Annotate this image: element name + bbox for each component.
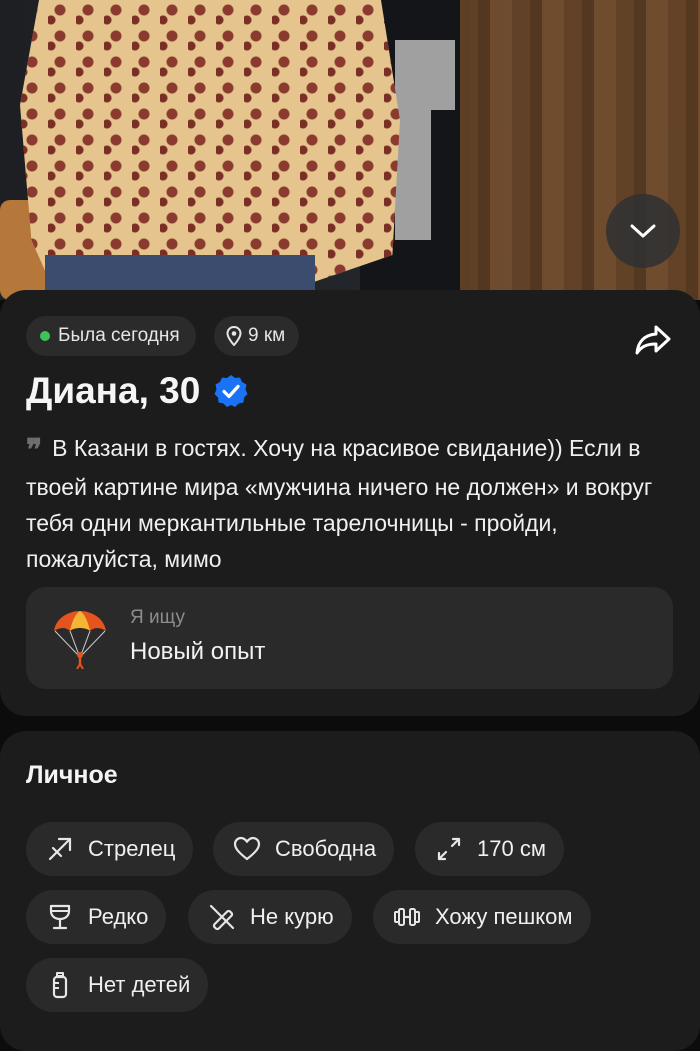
profile-photo[interactable] [0, 0, 700, 300]
sagittarius-icon [48, 837, 72, 861]
height-icon [437, 837, 461, 861]
heart-icon [233, 836, 261, 861]
collapse-button[interactable] [606, 194, 680, 268]
verified-badge-icon [214, 375, 248, 407]
about-body: В Казани в гостях. Хочу на красивое свид… [26, 435, 653, 572]
about-text: ❞ В Казани в гостях. Хочу на красивое сви… [26, 430, 666, 577]
looking-for-card: Я ищу Новый опыт [26, 587, 673, 689]
distance-badge: 9 км [214, 316, 300, 356]
parachute-icon [54, 611, 106, 669]
name-age-text: Диана, 30 [26, 370, 201, 411]
tag-label: Нет детей [88, 972, 191, 997]
share-icon[interactable] [634, 320, 672, 358]
tag-sport: Хожу пешком [373, 890, 591, 944]
tag-label: Стрелец [88, 836, 176, 861]
section-title: Личное [26, 761, 118, 789]
status-text: Была сегодня [58, 325, 180, 346]
tag-smoking: Не курю [188, 890, 352, 944]
tag-label: Не курю [250, 904, 334, 929]
online-dot-icon [40, 331, 50, 341]
tag-label: Редко [88, 904, 149, 929]
tag-label: Хожу пешком [435, 904, 573, 929]
tag-kids: Нет детей [26, 958, 209, 1012]
quote-icon: ❞ [26, 433, 43, 468]
tag-label: 170 см [477, 836, 546, 861]
tag-alcohol: Редко [26, 890, 167, 944]
looking-for-label: Я ищу [130, 607, 185, 628]
tag-height: 170 см [415, 822, 564, 876]
status-badge: Была сегодня [26, 316, 196, 356]
no-smoking-icon [209, 904, 235, 931]
tag-zodiac: Стрелец [26, 822, 194, 876]
chevron-down-icon [630, 224, 656, 238]
profile-name: Диана, 30 [26, 370, 248, 412]
distance-text: 9 км [248, 325, 286, 346]
personal-section: Личное Стрелец Свободна 170 см Редко Не … [0, 731, 700, 1051]
profile-card: Была сегодня 9 км Диана, 30 ❞ В Казани в … [0, 290, 700, 716]
baby-bottle-icon [52, 972, 68, 999]
wine-glass-icon [49, 904, 71, 930]
dumbbell-icon [394, 908, 420, 926]
tag-relationship: Свободна [213, 822, 395, 876]
tag-label: Свободна [275, 836, 377, 861]
looking-for-value: Новый опыт [130, 638, 266, 665]
location-pin-icon [226, 326, 242, 346]
